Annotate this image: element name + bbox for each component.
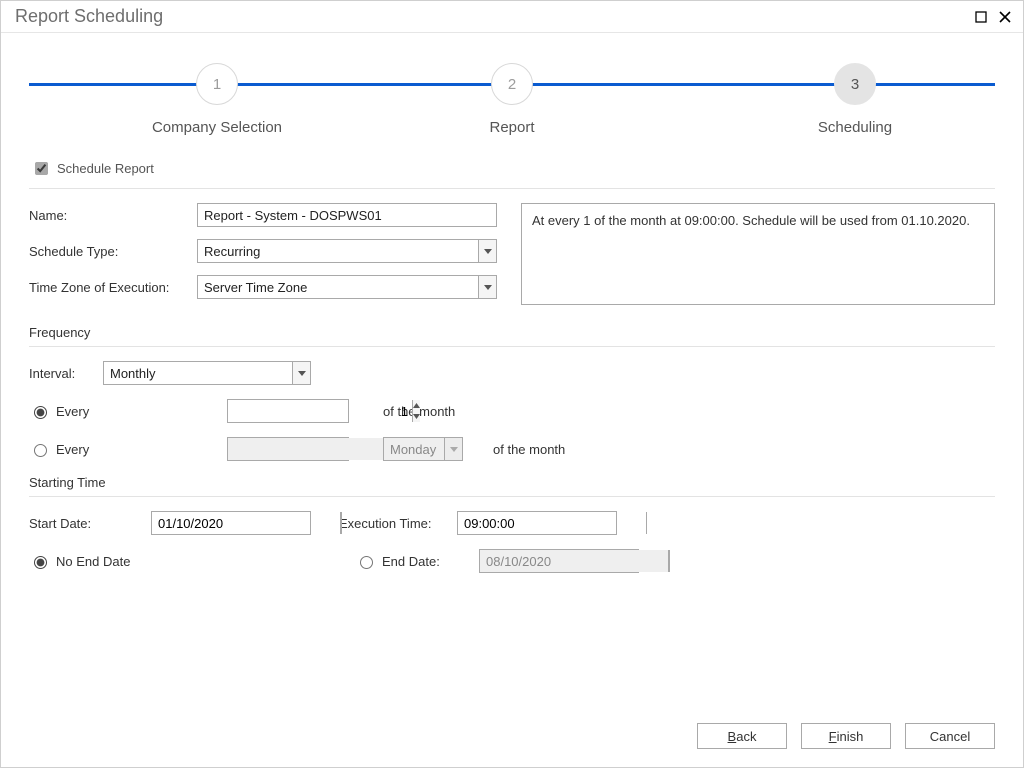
- starting-time-section-title: Starting Time: [29, 475, 995, 497]
- every-nth-radio-group: Every: [29, 441, 179, 457]
- interval-value[interactable]: [103, 361, 311, 385]
- schedule-description: At every 1 of the month at 09:00:00. Sch…: [521, 203, 995, 305]
- schedule-type-label: Schedule Type:: [29, 244, 197, 259]
- end-date-value: [480, 550, 668, 572]
- close-icon[interactable]: [995, 7, 1015, 27]
- every-nth-radio[interactable]: [34, 444, 47, 457]
- spinner-buttons: [341, 512, 342, 534]
- step-number: 2: [491, 63, 533, 105]
- no-end-date-radio[interactable]: [34, 556, 47, 569]
- finish-button[interactable]: Finish: [801, 723, 891, 749]
- row-time-zone: Time Zone of Execution:: [29, 275, 499, 299]
- execution-time-value[interactable]: [458, 512, 646, 534]
- chevron-down-icon[interactable]: [478, 276, 496, 298]
- schedule-report-row: Schedule Report: [29, 153, 995, 189]
- schedule-report-label: Schedule Report: [57, 161, 154, 176]
- day-of-month-spinner[interactable]: [227, 399, 349, 423]
- weekday-combo: [383, 437, 463, 461]
- day-of-month-value[interactable]: [228, 400, 412, 422]
- step-number: 3: [834, 63, 876, 105]
- no-end-date-label: No End Date: [56, 554, 130, 569]
- step-label: Scheduling: [755, 119, 955, 136]
- end-date-radio[interactable]: [360, 556, 373, 569]
- footer-buttons: Back Finish Cancel: [697, 723, 995, 749]
- row-schedule-type: Schedule Type:: [29, 239, 499, 263]
- every-day-radio[interactable]: [34, 406, 47, 419]
- interval-label: Interval:: [29, 366, 93, 381]
- spinner-buttons: [669, 550, 670, 572]
- frequency-section-title: Frequency: [29, 325, 995, 347]
- cancel-button[interactable]: Cancel: [905, 723, 995, 749]
- schedule-report-checkbox[interactable]: [35, 162, 48, 175]
- row-start-date: Start Date: Execution Time:: [29, 511, 995, 535]
- time-zone-combo[interactable]: [197, 275, 497, 299]
- spinner-buttons: [646, 512, 647, 534]
- schedule-type-combo[interactable]: [197, 239, 497, 263]
- spinner-buttons: [412, 400, 420, 422]
- start-date-label: Start Date:: [29, 516, 141, 531]
- wizard-step-scheduling[interactable]: 3 Scheduling: [755, 63, 955, 136]
- name-input[interactable]: [197, 203, 497, 227]
- wizard-step-report[interactable]: 2 Report: [412, 63, 612, 136]
- starting-time-body: Start Date: Execution Time:: [29, 511, 995, 573]
- start-date-value[interactable]: [152, 512, 340, 534]
- window-title: Report Scheduling: [9, 6, 967, 27]
- form-area: Name: Schedule Type: Time Zone of Execut…: [29, 203, 995, 311]
- spinner-up-icon[interactable]: [413, 400, 420, 411]
- content-area: 1 Company Selection 2 Report 3 Schedulin…: [1, 33, 1023, 767]
- nth-spinner: [227, 437, 349, 461]
- end-date-input: [479, 549, 639, 573]
- wizard-step-company-selection[interactable]: 1 Company Selection: [117, 63, 317, 136]
- name-label: Name:: [29, 208, 197, 223]
- every-label: Every: [56, 442, 89, 457]
- step-label: Company Selection: [117, 119, 317, 136]
- form-left: Name: Schedule Type: Time Zone of Execut…: [29, 203, 499, 311]
- maximize-icon[interactable]: [971, 7, 991, 27]
- step-label: Report: [412, 119, 612, 136]
- chevron-down-icon: [444, 438, 462, 460]
- time-zone-label: Time Zone of Execution:: [29, 280, 197, 295]
- chevron-down-icon[interactable]: [478, 240, 496, 262]
- no-end-date-group: No End Date: [29, 553, 309, 569]
- spinner-down-icon[interactable]: [413, 411, 420, 422]
- row-every-nth-weekday: Every of the mo: [29, 437, 995, 461]
- schedule-type-value[interactable]: [197, 239, 497, 263]
- row-end-date: No End Date End Date:: [29, 549, 995, 573]
- dialog-window: Report Scheduling 1 Company Selection 2 …: [0, 0, 1024, 768]
- back-button[interactable]: Back: [697, 723, 787, 749]
- end-date-label: End Date:: [382, 554, 440, 569]
- titlebar: Report Scheduling: [1, 1, 1023, 33]
- of-the-month-label: of the month: [493, 442, 565, 457]
- time-zone-value[interactable]: [197, 275, 497, 299]
- execution-time-input[interactable]: [457, 511, 617, 535]
- interval-combo[interactable]: [103, 361, 311, 385]
- step-number: 1: [196, 63, 238, 105]
- row-every-day-of-month: Every of the month: [29, 399, 995, 423]
- start-date-input[interactable]: [151, 511, 311, 535]
- end-date-group: End Date:: [355, 553, 469, 569]
- row-interval: Interval:: [29, 361, 995, 385]
- wizard-stepper: 1 Company Selection 2 Report 3 Schedulin…: [29, 55, 995, 145]
- every-day-radio-group: Every: [29, 403, 179, 419]
- frequency-body: Interval: Every: [29, 361, 995, 461]
- every-label: Every: [56, 404, 89, 419]
- chevron-down-icon[interactable]: [292, 362, 310, 384]
- execution-time-label: Execution Time:: [339, 516, 447, 531]
- row-name: Name:: [29, 203, 499, 227]
